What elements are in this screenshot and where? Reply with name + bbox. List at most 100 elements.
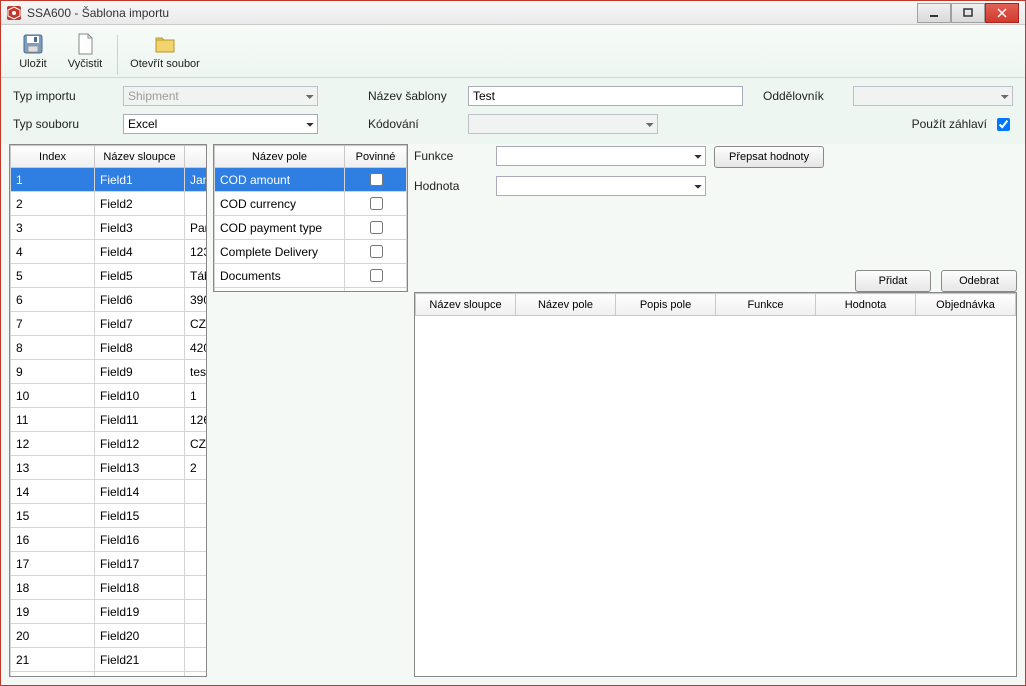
table-row[interactable]: 14Field14 xyxy=(11,480,208,504)
table-row[interactable]: 16Field16 xyxy=(11,528,208,552)
required-checkbox[interactable] xyxy=(370,245,383,258)
table-row[interactable]: 6Field639001 xyxy=(11,288,208,312)
cell-column-name: Field18 xyxy=(95,576,185,600)
remove-button[interactable]: Odebrat xyxy=(941,270,1017,292)
value-select[interactable] xyxy=(496,176,706,196)
map-value-header[interactable]: Hodnota xyxy=(816,294,916,316)
cell-index: 7 xyxy=(11,312,95,336)
table-row[interactable]: 20Field20 xyxy=(11,624,208,648)
file-type-select[interactable]: Excel xyxy=(123,114,318,134)
cell-index: 12 xyxy=(11,432,95,456)
cell-column-name: Field9 xyxy=(95,360,185,384)
cell-index: 4 xyxy=(11,240,95,264)
map-col-name-header[interactable]: Název sloupce xyxy=(416,294,516,316)
required-checkbox[interactable] xyxy=(370,269,383,282)
folder-icon xyxy=(153,32,177,56)
cell-sample: 1 xyxy=(185,384,208,408)
clear-label: Vyčistit xyxy=(68,58,102,70)
table-row[interactable]: 19Field19 xyxy=(11,600,208,624)
table-row[interactable]: 15Field15 xyxy=(11,504,208,528)
table-row[interactable]: 12Field12CZK xyxy=(11,432,208,456)
map-field-name-header[interactable]: Název pole xyxy=(516,294,616,316)
encoding-select[interactable] xyxy=(468,114,658,134)
open-file-button[interactable]: Otevřít soubor xyxy=(126,26,204,75)
window-buttons xyxy=(917,3,1019,23)
table-row[interactable]: 17Field17 xyxy=(11,552,208,576)
table-row[interactable]: COD payment type xyxy=(215,216,407,240)
document-icon xyxy=(73,32,97,56)
cell-sample: 420111222333 xyxy=(185,336,208,360)
cell-index: 15 xyxy=(11,504,95,528)
delimiter-select[interactable] xyxy=(853,86,1013,106)
required-checkbox[interactable] xyxy=(370,173,383,186)
col-sample-header[interactable]: Vzorová data xyxy=(185,146,208,168)
cell-sample: 1234 xyxy=(185,240,208,264)
table-row[interactable]: 1Field1Jan Holý xyxy=(11,168,208,192)
cell-sample xyxy=(185,528,208,552)
import-type-select[interactable]: Shipment xyxy=(123,86,318,106)
table-row[interactable]: 18Field18 xyxy=(11,576,208,600)
cell-column-name: Field6 xyxy=(95,288,185,312)
cell-field-name: Complete Delivery xyxy=(215,240,345,264)
columns-table-panel[interactable]: Index Název sloupce Vzorová data Vybrat … xyxy=(9,144,207,677)
window-title: SSA600 - Šablona importu xyxy=(27,6,911,20)
use-header-checkbox[interactable] xyxy=(997,118,1010,131)
table-row[interactable]: COD amount xyxy=(215,168,407,192)
map-order-header[interactable]: Objednávka xyxy=(916,294,1016,316)
table-row[interactable]: 7Field7CZ xyxy=(11,312,208,336)
cell-index: 19 xyxy=(11,600,95,624)
template-name-input[interactable] xyxy=(468,86,743,106)
function-select[interactable] xyxy=(496,146,706,166)
save-button[interactable]: Uložit xyxy=(9,26,57,75)
close-button[interactable] xyxy=(985,3,1019,23)
table-row[interactable]: 2Field2 xyxy=(11,192,208,216)
table-row[interactable]: 11Field1112650 xyxy=(11,408,208,432)
file-type-label: Typ souboru xyxy=(13,117,123,131)
minimize-button[interactable] xyxy=(917,3,951,23)
col-index-header[interactable]: Index xyxy=(11,146,95,168)
cell-sample xyxy=(185,576,208,600)
table-row[interactable]: Complete Delivery xyxy=(215,240,407,264)
save-icon xyxy=(21,32,45,56)
required-checkbox[interactable] xyxy=(370,221,383,234)
cell-required xyxy=(345,168,407,192)
field-name-header[interactable]: Název pole xyxy=(215,146,345,168)
maximize-button[interactable] xyxy=(951,3,985,23)
table-row[interactable]: 10Field101 xyxy=(11,384,208,408)
mapping-controls: Funkce Přepsat hodnoty Hodnota Přidat Od… xyxy=(414,144,1017,292)
mapping-table-panel[interactable]: Název sloupce Název pole Popis pole Funk… xyxy=(414,292,1017,677)
table-row[interactable]: Documents xyxy=(215,264,407,288)
table-row[interactable]: 9Field9test@test.cz xyxy=(11,360,208,384)
cell-column-name: Field3 xyxy=(95,216,185,240)
cell-index: 5 xyxy=(11,264,95,288)
col-name-header[interactable]: Název sloupce xyxy=(95,146,185,168)
clear-button[interactable]: Vyčistit xyxy=(61,26,109,75)
cell-sample: Jan Holý xyxy=(185,168,208,192)
map-function-header[interactable]: Funkce xyxy=(716,294,816,316)
cell-index: 10 xyxy=(11,384,95,408)
cell-index: 14 xyxy=(11,480,95,504)
table-row[interactable]: COD currency xyxy=(215,192,407,216)
required-header[interactable]: Povinné xyxy=(345,146,407,168)
cell-sample: 39001 xyxy=(185,288,208,312)
overwrite-values-button[interactable]: Přepsat hodnoty xyxy=(714,146,824,168)
fields-table-panel[interactable]: Název pole Povinné COD amountCOD currenc… xyxy=(213,144,408,292)
table-row[interactable]: 3Field3Panenská xyxy=(11,216,208,240)
table-row[interactable]: 21Field21 xyxy=(11,648,208,672)
cell-column-name: Field13 xyxy=(95,456,185,480)
cell-sample: Tábor xyxy=(185,264,208,288)
table-row[interactable]: 5Field5Tábor xyxy=(11,264,208,288)
map-field-desc-header[interactable]: Popis pole xyxy=(616,294,716,316)
required-checkbox[interactable] xyxy=(370,197,383,210)
table-row[interactable]: 13Field132 xyxy=(11,456,208,480)
table-row[interactable]: 22Field22 xyxy=(11,672,208,678)
cell-column-name: Field4 xyxy=(95,240,185,264)
cell-required xyxy=(345,240,407,264)
add-button[interactable]: Přidat xyxy=(855,270,931,292)
cell-index: 20 xyxy=(11,624,95,648)
cell-index: 1 xyxy=(11,168,95,192)
cell-field-name: COD currency xyxy=(215,192,345,216)
titlebar: SSA600 - Šablona importu xyxy=(1,1,1025,25)
table-row[interactable]: 8Field8420111222333 xyxy=(11,336,208,360)
table-row[interactable]: 4Field41234 xyxy=(11,240,208,264)
